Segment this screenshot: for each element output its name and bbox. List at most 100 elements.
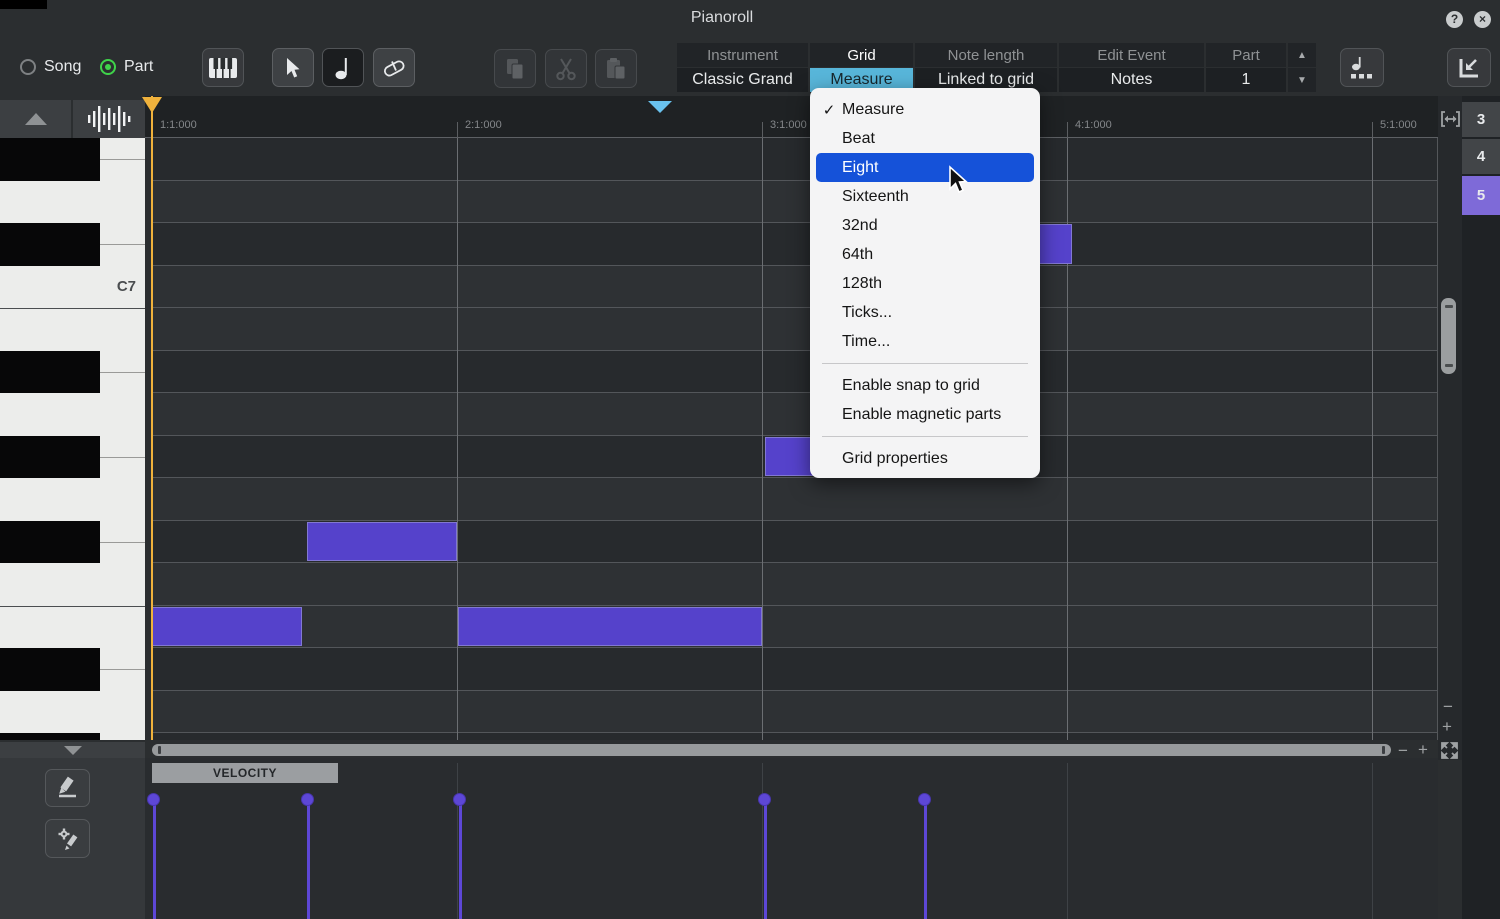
quantize-button[interactable] xyxy=(1340,48,1384,87)
menu-item-enable-magnetic-parts[interactable]: Enable magnetic parts xyxy=(816,400,1034,429)
menu-item-label: Time... xyxy=(842,333,890,351)
page-title: Pianoroll xyxy=(0,9,1444,27)
timeline-label-2-1-000: 2:1:000 xyxy=(465,119,502,131)
settings-value-part[interactable]: 1 xyxy=(1206,68,1286,92)
help-button[interactable]: ? xyxy=(1446,11,1463,28)
cut-button[interactable] xyxy=(545,49,587,88)
white-key-divider xyxy=(100,542,145,543)
menu-item-label: Eight xyxy=(842,159,878,177)
paste-button[interactable] xyxy=(595,49,637,88)
velocity-measure-line xyxy=(457,763,458,919)
settings-value-edit-event[interactable]: Notes xyxy=(1059,68,1204,92)
velocity-stem[interactable] xyxy=(764,800,767,919)
menu-item-eight[interactable]: Eight xyxy=(816,153,1034,182)
fit-width-button[interactable] xyxy=(1440,108,1461,135)
grid-row-b6 xyxy=(152,308,1438,351)
vertical-scrollbar[interactable] xyxy=(1441,298,1456,374)
grid-row-a-6 xyxy=(152,351,1438,394)
midi-note-f-6-1-3-000[interactable] xyxy=(307,522,457,561)
menu-item-enable-snap-to-grid[interactable]: Enable snap to grid xyxy=(816,371,1034,400)
copy-button[interactable] xyxy=(494,49,536,88)
eraser-tool-button[interactable] xyxy=(373,48,415,87)
part-tab-3[interactable]: 3 xyxy=(1462,102,1500,137)
screen-corner xyxy=(0,0,47,9)
eraser-tool-icon xyxy=(381,56,407,80)
piano-key-c-6[interactable] xyxy=(0,733,100,740)
white-key-divider xyxy=(100,159,145,160)
velocity-stem[interactable] xyxy=(307,800,310,919)
menu-item-time[interactable]: Time... xyxy=(816,327,1034,356)
velocity-settings-button[interactable] xyxy=(45,819,90,858)
import-to-song-button[interactable] xyxy=(1447,48,1491,87)
velocity-stem[interactable] xyxy=(459,800,462,919)
menu-item-32nd[interactable]: 32nd xyxy=(816,211,1034,240)
piano-key-c-7[interactable] xyxy=(0,223,100,266)
velocity-stem-handle[interactable] xyxy=(147,793,160,806)
menu-item-64th[interactable]: 64th xyxy=(816,240,1034,269)
select-tool-button[interactable] xyxy=(272,48,314,87)
grid-dropdown-menu: ✓MeasureBeatEightSixteenth32nd64th128thT… xyxy=(810,88,1040,478)
part-radio[interactable] xyxy=(100,59,116,75)
vertical-zoom-in-button[interactable]: + xyxy=(1442,717,1452,737)
vertical-zoom-out-button[interactable]: − xyxy=(1443,697,1453,717)
velocity-measure-line xyxy=(1372,763,1373,919)
part-tab-5[interactable]: 5 xyxy=(1462,176,1500,215)
piano-keyboard[interactable]: C7 xyxy=(0,138,145,740)
expand-arrows-icon xyxy=(1440,741,1459,760)
velocity-stem-handle[interactable] xyxy=(918,793,931,806)
vertical-scroll-strip xyxy=(1438,96,1462,760)
menu-item-128th[interactable]: 128th xyxy=(816,269,1034,298)
menu-item-label: Measure xyxy=(842,101,904,119)
part-down-button[interactable]: ▼ xyxy=(1288,68,1316,92)
menu-item-measure[interactable]: ✓Measure xyxy=(816,95,1034,124)
waveform-icon xyxy=(87,104,131,134)
velocity-stem-handle[interactable] xyxy=(758,793,771,806)
midi-note-e6-2-1-000[interactable] xyxy=(458,607,762,646)
note-tool-button[interactable] xyxy=(322,48,364,87)
menu-item-sixteenth[interactable]: Sixteenth xyxy=(816,182,1034,211)
menu-item-label: Grid properties xyxy=(842,450,948,468)
quantize-icon xyxy=(1348,55,1376,81)
velocity-draw-button[interactable] xyxy=(45,769,90,807)
piano-key-a-6[interactable] xyxy=(0,351,100,394)
part-radio-label[interactable]: Part xyxy=(124,58,153,76)
horizontal-scrollbar[interactable] xyxy=(152,744,1391,756)
keyboard-scroll-up-button[interactable] xyxy=(0,100,71,138)
playhead-marker[interactable] xyxy=(142,97,162,113)
grid-row-d6 xyxy=(152,691,1438,734)
menu-item-ticks[interactable]: Ticks... xyxy=(816,298,1034,327)
settings-header-note-length[interactable]: Note length xyxy=(915,43,1057,67)
part-end-marker[interactable] xyxy=(648,101,672,113)
settings-value-instrument[interactable]: Classic Grand xyxy=(677,68,808,92)
song-radio[interactable] xyxy=(20,59,36,75)
menu-item-grid-properties[interactable]: Grid properties xyxy=(816,444,1034,473)
velocity-stem-handle[interactable] xyxy=(453,793,466,806)
part-tab-4[interactable]: 4 xyxy=(1462,139,1500,174)
gear-pencil-icon xyxy=(55,826,81,852)
timeline-ruler[interactable]: 1:1:0002:1:0003:1:0004:1:0005:1:000 xyxy=(145,96,1438,138)
settings-header-part[interactable]: Part xyxy=(1206,43,1286,67)
velocity-stem-handle[interactable] xyxy=(301,793,314,806)
velocity-stem[interactable] xyxy=(924,800,927,919)
grid-row-f6 xyxy=(152,563,1438,606)
part-up-button[interactable]: ▲ xyxy=(1288,43,1316,67)
piano-key-d-6[interactable] xyxy=(0,648,100,691)
settings-header-grid[interactable]: Grid xyxy=(810,43,913,67)
audition-wave-button[interactable] xyxy=(73,100,145,138)
fullscreen-button[interactable] xyxy=(1440,741,1459,765)
settings-header-edit-event[interactable]: Edit Event xyxy=(1059,43,1204,67)
horizontal-zoom-in-button[interactable]: + xyxy=(1418,740,1428,760)
keyboard-toggle-button[interactable] xyxy=(202,48,244,87)
piano-key-f-6[interactable] xyxy=(0,521,100,564)
settings-column-instrument: InstrumentClassic Grand xyxy=(677,43,808,92)
menu-item-beat[interactable]: Beat xyxy=(816,124,1034,153)
velocity-lane[interactable] xyxy=(145,758,1438,919)
keyboard-collapse-bar[interactable] xyxy=(0,742,145,758)
piano-key-d-7[interactable] xyxy=(0,138,100,181)
midi-note-e6-1-1-000[interactable] xyxy=(152,607,302,646)
song-radio-label[interactable]: Song xyxy=(44,58,81,76)
settings-header-instrument[interactable]: Instrument xyxy=(677,43,808,67)
close-button[interactable]: × xyxy=(1474,11,1491,28)
piano-key-g-6[interactable] xyxy=(0,436,100,479)
velocity-stem[interactable] xyxy=(153,800,156,919)
